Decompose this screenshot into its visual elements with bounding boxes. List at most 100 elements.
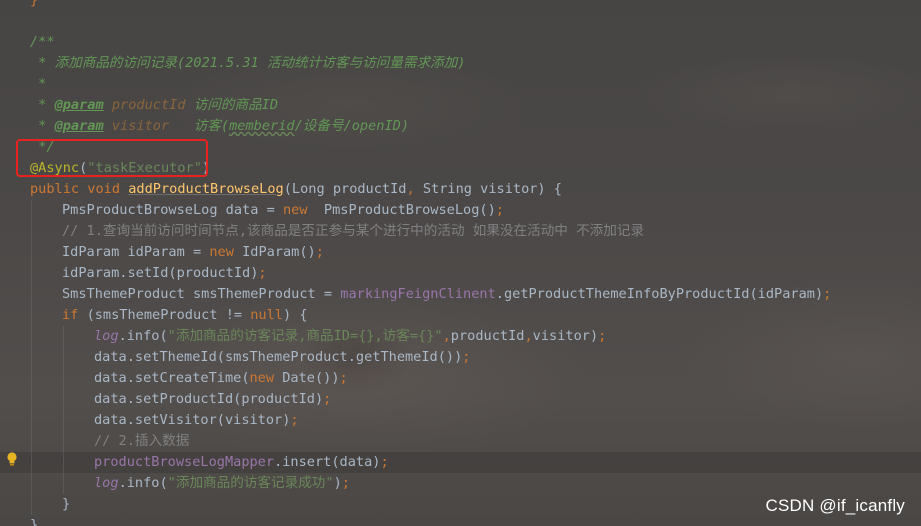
code-token: * (30, 76, 47, 92)
code-token: SmsThemeProduct smsThemeProduct = (62, 286, 341, 302)
code-text: data.setVisitor(visitor); (94, 410, 299, 431)
code-token: ; (339, 370, 348, 386)
code-token: (smsThemeProduct != (86, 307, 251, 323)
code-token: @param (54, 118, 104, 134)
code-token: productId (103, 97, 186, 113)
code-token: ; (323, 391, 332, 407)
code-token: * (30, 97, 55, 113)
indent-guide (31, 200, 32, 515)
code-line[interactable]: SmsThemeProduct smsThemeProduct = markin… (0, 284, 921, 305)
code-line[interactable]: PmsProductBrowseLog data = new PmsProduc… (0, 200, 921, 221)
code-line[interactable]: idParam.setId(productId); (0, 263, 921, 284)
code-line[interactable]: data.setVisitor(visitor); (0, 410, 921, 431)
indent-guide (63, 326, 64, 494)
code-token: new (282, 202, 324, 218)
code-token: ; (290, 412, 299, 428)
code-text: PmsProductBrowseLog data = new PmsProduc… (62, 200, 504, 221)
code-text: IdParam idParam = new IdParam(); (62, 242, 324, 263)
code-token: visitor (103, 118, 170, 134)
code-token: , (524, 328, 533, 344)
code-line[interactable]: if (smsThemeProduct != null) { (0, 305, 921, 326)
code-token: log (94, 328, 119, 344)
csdn-watermark: CSDN @if_icanfly (765, 496, 905, 515)
code-token: } (62, 496, 71, 512)
code-token: ; (341, 475, 350, 491)
code-token: ) (333, 475, 342, 491)
code-token: , (442, 328, 451, 344)
code-token: .info( (118, 328, 168, 344)
code-token: if (62, 307, 87, 323)
code-line[interactable]: * (0, 74, 921, 95)
code-text: } (30, 515, 38, 526)
code-line[interactable]: data.setProductId(productId); (0, 389, 921, 410)
code-editor[interactable]: } /** * 添加商品的访问记录(2021.5.31 活动统计访客与访问量需求添… (0, 0, 921, 526)
code-line[interactable]: productBrowseLogMapper.insert(data); (0, 452, 921, 473)
code-text: SmsThemeProduct smsThemeProduct = markin… (62, 284, 831, 305)
code-token: PmsProductBrowseLog data = (62, 202, 283, 218)
code-text: } (62, 494, 70, 515)
code-text: * @param productId 访问的商品ID (30, 95, 278, 116)
code-line[interactable] (0, 11, 921, 32)
code-token: null (250, 307, 283, 323)
code-text: data.setProductId(productId); (94, 389, 331, 410)
code-line[interactable]: data.setThemeId(smsThemeProduct.getTheme… (0, 347, 921, 368)
code-token: data.setThemeId(smsThemeProduct.getTheme… (94, 349, 463, 365)
code-token: addProductBrowseLog (128, 181, 284, 197)
code-line[interactable]: public void addProductBrowseLog(Long pro… (0, 179, 921, 200)
code-line[interactable]: * @param productId 访问的商品ID (0, 95, 921, 116)
code-text: log.info("添加商品的访客记录,商品ID={},访客={}",produ… (94, 326, 606, 347)
code-token: new (249, 370, 283, 386)
code-text: // 2.插入数据 (94, 431, 189, 452)
code-text: productBrowseLogMapper.insert(data); (94, 452, 389, 473)
code-token: data.setVisitor(visitor) (94, 412, 291, 428)
code-token: ; (823, 286, 832, 302)
code-line[interactable]: } (0, 0, 921, 11)
code-text: data.setCreateTime(new Date()); (94, 368, 348, 389)
code-token: , (406, 181, 423, 197)
code-token: ) { (283, 307, 308, 323)
code-token: * (30, 118, 55, 134)
code-line[interactable]: log.info("添加商品的访客记录,商品ID={},访客={}",produ… (0, 326, 921, 347)
code-line[interactable]: // 2.插入数据 (0, 431, 921, 452)
code-token: new (209, 244, 243, 260)
code-line[interactable]: // 1.查询当前访问时间节点,该商品是否正参与某个进行中的活动 如果没在活动中… (0, 221, 921, 242)
code-token: PmsProductBrowseLog() (323, 202, 496, 218)
code-line[interactable]: data.setCreateTime(new Date()); (0, 368, 921, 389)
code-token: ; (315, 244, 324, 260)
code-token: (Long productId (283, 181, 407, 197)
code-line[interactable]: * 添加商品的访问记录(2021.5.31 活动统计访客与访问量需求添加) (0, 53, 921, 74)
code-line[interactable]: } (0, 515, 921, 526)
lightbulb-icon[interactable] (5, 451, 19, 467)
code-text: * @param visitor 访客(memberid/设备号/openID) (30, 116, 409, 137)
code-token: productId (450, 328, 525, 344)
async-annotation-highlight (16, 139, 208, 177)
code-token: /设备号/openID) (294, 118, 410, 134)
code-line[interactable]: * @param visitor 访客(memberid/设备号/openID) (0, 116, 921, 137)
code-text: // 1.查询当前访问时间节点,该商品是否正参与某个进行中的活动 如果没在活动中… (62, 221, 644, 242)
code-token: ; (598, 328, 607, 344)
code-token: visitor) (532, 328, 599, 344)
code-token: ; (380, 454, 389, 470)
code-token: // 1.查询当前访问时间节点,该商品是否正参与某个进行中的活动 如果没在活动中… (62, 223, 645, 239)
code-text: if (smsThemeProduct != null) { (62, 305, 308, 326)
code-token: log (94, 475, 119, 491)
code-line[interactable]: /** (0, 32, 921, 53)
code-token: .getProductThemeInfoByProductId(idParam) (495, 286, 824, 302)
code-token: @param (54, 97, 104, 113)
code-token: ; (462, 349, 471, 365)
code-token: data.setCreateTime( (94, 370, 250, 386)
code-token: .info( (118, 475, 168, 491)
code-line[interactable]: log.info("添加商品的访客记录成功"); (0, 473, 921, 494)
code-line[interactable]: IdParam idParam = new IdParam(); (0, 242, 921, 263)
code-text: * 添加商品的访问记录(2021.5.31 活动统计访客与访问量需求添加) (30, 53, 465, 74)
code-token: // 2.插入数据 (94, 433, 190, 449)
code-token: 访客( (169, 118, 230, 134)
code-token: .insert(data) (274, 454, 381, 470)
code-token: memberid (229, 118, 295, 134)
code-token: } (30, 517, 39, 526)
code-token: productBrowseLogMapper (94, 454, 275, 470)
code-token: markingFeignClinent (340, 286, 496, 302)
code-token: ; (495, 202, 504, 218)
code-token: IdParam() (242, 244, 316, 260)
code-token: IdParam idParam = (62, 244, 210, 260)
